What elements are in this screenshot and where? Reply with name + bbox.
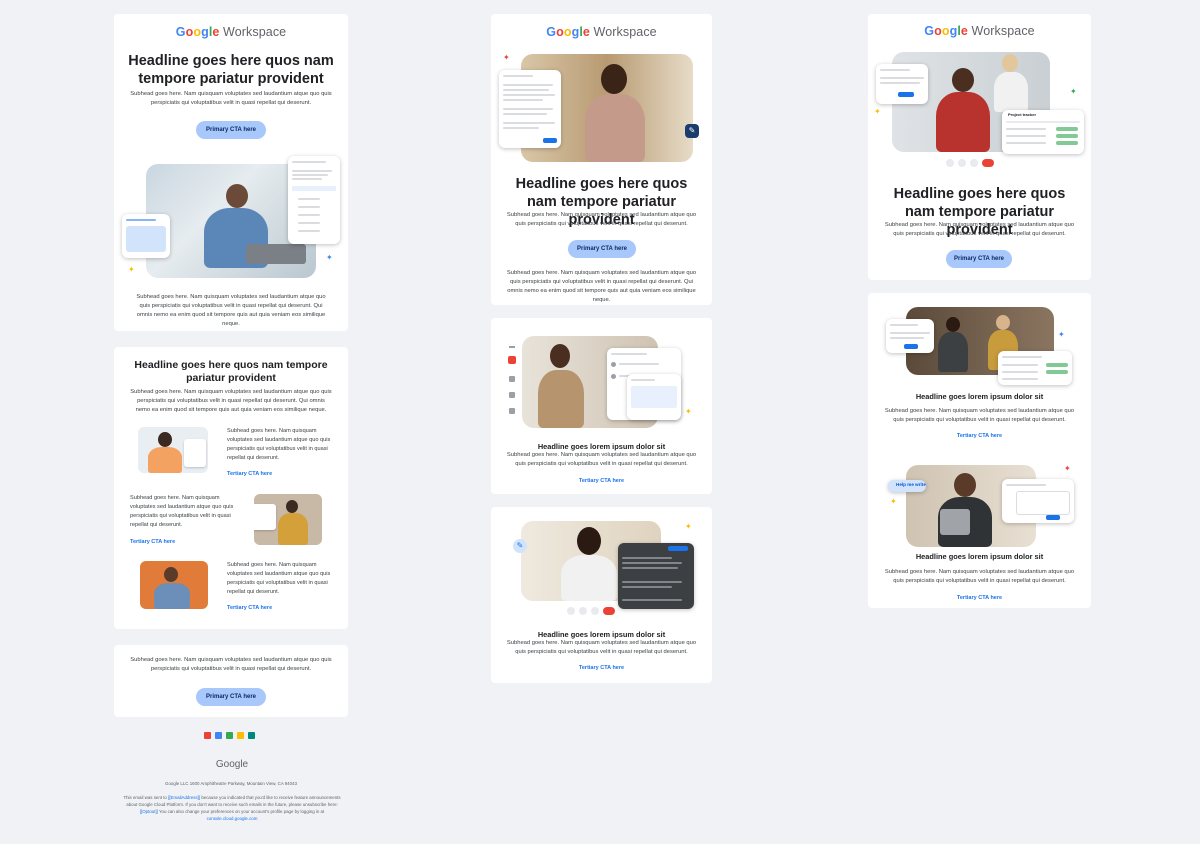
- sparkle-icon: ✦: [890, 497, 897, 506]
- more-options-icon[interactable]: [970, 159, 978, 167]
- help-me-write-label: Help me write: [896, 482, 926, 487]
- sparkle-icon: ✦: [685, 407, 692, 416]
- footer-google-logo: Google: [215, 759, 249, 770]
- col1-closing-card: Subhead goes here. Nam quisquam voluptat…: [114, 645, 348, 717]
- footer-address: Google LLC 1600 Amphitheatre Parkway, Mo…: [165, 781, 297, 786]
- tertiary-cta-link[interactable]: Tertiary CTA here: [227, 471, 272, 477]
- mic-icon[interactable]: [567, 607, 575, 615]
- tertiary-cta-link[interactable]: Tertiary CTA here: [868, 595, 1091, 601]
- footer-app-icons: [204, 732, 260, 740]
- row3-image: [140, 561, 208, 609]
- feature-subhead: Subhead goes here. Nam quisquam voluptat…: [884, 408, 1075, 423]
- row2-image: [254, 494, 322, 545]
- pencil-sparkle-icon: ✎: [685, 124, 699, 138]
- sparkle-icon: ✦: [128, 265, 135, 274]
- hero-subhead: Subhead goes here. Nam quisquam voluptat…: [506, 212, 697, 227]
- hero-subhead: Subhead goes here. Nam quisquam voluptat…: [884, 222, 1075, 237]
- docs-icon: [237, 732, 244, 739]
- dark-notes-panel: [618, 543, 694, 609]
- hero-subhead: Subhead goes here. Nam quisquam voluptat…: [130, 91, 332, 106]
- footer-legal: This email was sent to [[EmailAddress]] …: [123, 795, 341, 821]
- col2-feature1-card: ✦ Headline goes lorem ipsum dolor sit Su…: [491, 318, 712, 494]
- unsubscribe-link[interactable]: [[Optout]]: [140, 809, 158, 814]
- tertiary-cta-link[interactable]: Tertiary CTA here: [227, 605, 272, 611]
- primary-cta-button[interactable]: Primary CTA here: [946, 250, 1012, 268]
- meet-icon: [248, 732, 255, 739]
- col1-hero-card: Google Workspace Headline goes here quos…: [114, 14, 348, 331]
- compose-panel: [886, 319, 934, 353]
- col3-features-card: ✦ Headline goes lorem ipsum dolor sit Su…: [868, 293, 1091, 608]
- email-link[interactable]: [[EmailAddress]]: [168, 795, 200, 800]
- col1-section-card: Headline goes here quos nam tempore pari…: [114, 347, 348, 629]
- sheet-panel: [998, 351, 1072, 385]
- mic-icon[interactable]: [946, 159, 954, 167]
- hero-body-text: Subhead goes here. Nam quisquam voluptat…: [506, 270, 697, 303]
- row1-image: [138, 427, 208, 473]
- docs-panel-overlay: [122, 214, 170, 258]
- sparkle-icon: ✦: [1070, 87, 1077, 96]
- console-link[interactable]: console.cloud.google.com: [207, 816, 258, 821]
- google-workspace-logo: Google Workspace: [924, 24, 1035, 38]
- feature-subhead: Subhead goes here. Nam quisquam voluptat…: [884, 569, 1075, 584]
- project-tracker-panel: Project tracker: [1002, 110, 1084, 154]
- sparkle-icon: ✦: [1058, 330, 1065, 339]
- hang-up-icon[interactable]: [982, 159, 994, 167]
- sparkle-icon: ✦: [326, 253, 333, 262]
- tertiary-cta-link[interactable]: Tertiary CTA here: [491, 665, 712, 671]
- help-me-write-chip[interactable]: Help me write: [888, 480, 926, 492]
- primary-cta-button[interactable]: Primary CTA here: [568, 240, 636, 258]
- row3-text: Subhead goes here. Nam quisquam voluptat…: [227, 562, 331, 595]
- search-popup-panel: [627, 374, 681, 420]
- google-workspace-logo: Google Workspace: [546, 25, 657, 39]
- app-side-rail: [507, 344, 517, 418]
- feature-subhead: Subhead goes here. Nam quisquam voluptat…: [506, 452, 697, 467]
- gmail-icon: [204, 732, 211, 739]
- project-tracker-title: Project tracker: [1008, 112, 1037, 117]
- primary-cta-button[interactable]: Primary CTA here: [196, 688, 266, 706]
- hero-body-text: Subhead goes here. Nam quisquam voluptat…: [136, 294, 326, 327]
- sparkle-icon: ✦: [1064, 464, 1071, 473]
- col3-hero-card: Google Workspace Project tracker ✦ ✦ Hea…: [868, 14, 1091, 280]
- sparkle-icon: ✦: [874, 107, 881, 116]
- help-panel: [876, 64, 928, 104]
- closing-subhead: Subhead goes here. Nam quisquam voluptat…: [130, 657, 332, 672]
- tertiary-cta-link[interactable]: Tertiary CTA here: [491, 478, 712, 484]
- camera-icon[interactable]: [958, 159, 966, 167]
- tertiary-cta-link[interactable]: Tertiary CTA here: [130, 539, 175, 545]
- drive-icon: [226, 732, 233, 739]
- sparkle-icon: ✦: [685, 522, 692, 531]
- row2-text: Subhead goes here. Nam quisquam voluptat…: [130, 495, 234, 528]
- hang-up-icon[interactable]: [603, 607, 615, 615]
- feature-headline: Headline goes lorem ipsum dolor sit: [915, 552, 1044, 561]
- section-headline: Headline goes here quos nam tempore pari…: [134, 359, 328, 384]
- camera-icon[interactable]: [579, 607, 587, 615]
- pen-sparkle-icon: ✎: [513, 539, 527, 553]
- col2-feature2-card: ✎ ✦ Headline goes lorem ipsum dolor sit …: [491, 507, 712, 683]
- primary-cta-button[interactable]: Primary CTA here: [196, 121, 266, 139]
- chat-panel-overlay: [499, 70, 561, 148]
- sparkle-icon: ✦: [503, 53, 510, 62]
- calendar-icon: [215, 732, 222, 739]
- google-workspace-logo: Google Workspace: [175, 25, 287, 39]
- side-menu-panel: [288, 156, 340, 244]
- email-draft-panel: [1002, 479, 1074, 523]
- col2-hero-card: Google Workspace ✎ ✦ Headline goes here …: [491, 14, 712, 305]
- row1-text: Subhead goes here. Nam quisquam voluptat…: [227, 428, 331, 461]
- person-head: [226, 184, 248, 208]
- more-options-icon[interactable]: [591, 607, 599, 615]
- tertiary-cta-link[interactable]: Tertiary CTA here: [868, 433, 1091, 439]
- feature-subhead: Subhead goes here. Nam quisquam voluptat…: [506, 640, 697, 655]
- hero-headline: Headline goes here quos nam tempore pari…: [128, 53, 334, 87]
- feature-headline: Headline goes lorem ipsum dolor sit: [915, 392, 1044, 401]
- section-subhead: Subhead goes here. Nam quisquam voluptat…: [130, 389, 332, 413]
